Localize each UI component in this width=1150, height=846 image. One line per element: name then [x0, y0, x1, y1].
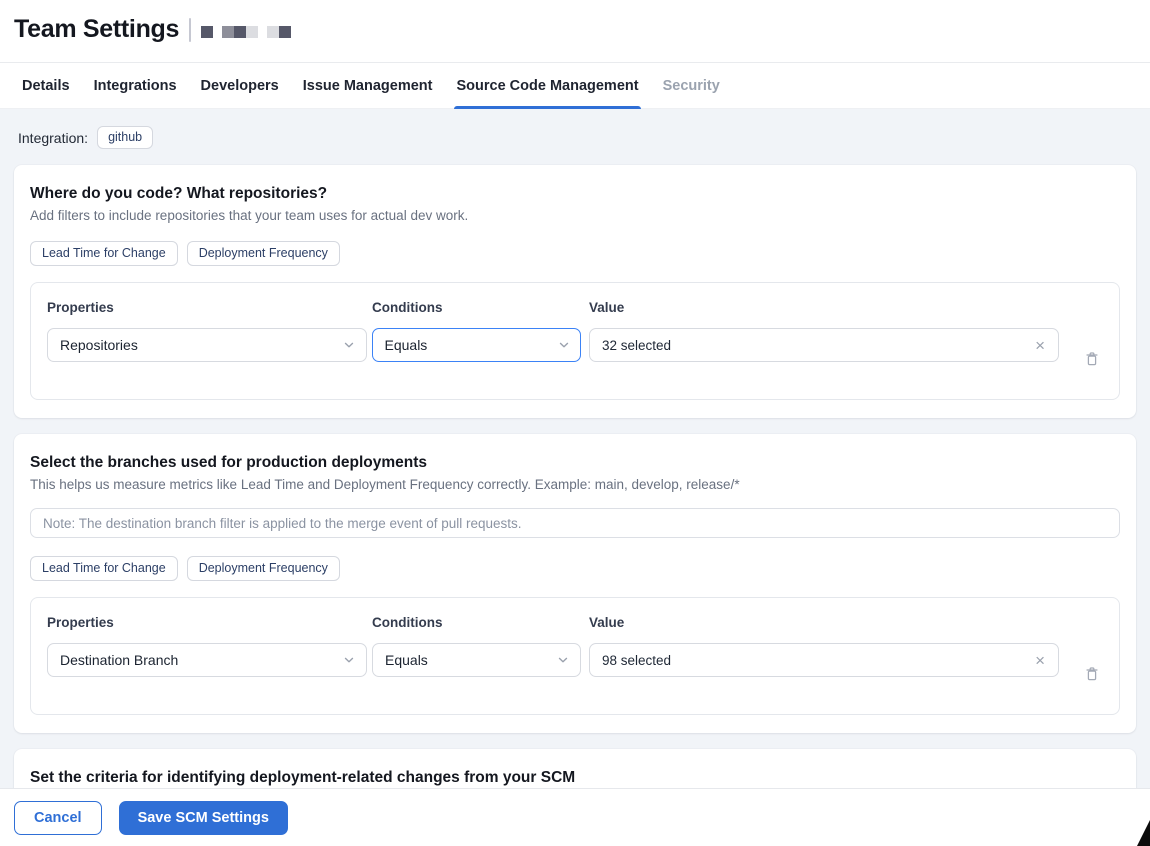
integration-row: Integration: github: [14, 126, 1136, 149]
redacted-team-name: [201, 25, 292, 38]
filter-row: Properties Destination Branch Conditions…: [47, 615, 1103, 688]
chevron-down-icon: [557, 338, 571, 352]
title-divider: [189, 17, 192, 42]
card-title: Where do you code? What repositories?: [30, 185, 328, 202]
delete-filter-button[interactable]: [1081, 348, 1103, 373]
mouse-cursor: [1137, 820, 1150, 846]
conditions-label: Conditions: [372, 615, 443, 630]
value-multiselect[interactable]: 98 selected ×: [589, 643, 1059, 677]
metric-badges: Lead Time for Change Deployment Frequenc…: [30, 241, 1120, 266]
trash-icon: [1083, 665, 1101, 686]
chevron-down-icon: [556, 653, 570, 667]
properties-label: Properties: [47, 300, 114, 315]
card-subtitle: Add filters to include repositories that…: [30, 208, 469, 223]
chevron-down-icon: [342, 653, 356, 667]
trash-icon: [1083, 350, 1101, 371]
settings-tabbar: Details Integrations Developers Issue Ma…: [0, 62, 1150, 109]
integration-label: Integration:: [18, 129, 89, 146]
badge-lead-time: Lead Time for Change: [30, 241, 178, 266]
cancel-button[interactable]: Cancel: [14, 800, 102, 835]
tab-source-code-management[interactable]: Source Code Management: [454, 63, 641, 109]
card-title: Set the criteria for identifying deploym…: [30, 769, 576, 786]
clear-icon[interactable]: ×: [1034, 652, 1046, 669]
filter-row: Properties Repositories Conditions Equal…: [47, 300, 1103, 373]
save-scm-settings-button[interactable]: Save SCM Settings: [118, 800, 288, 835]
action-footer: Cancel Save SCM Settings: [0, 788, 1150, 846]
page-header: Team Settings: [0, 0, 1150, 62]
branches-card: Select the branches used for production …: [14, 434, 1136, 733]
branches-filterbox: Properties Destination Branch Conditions…: [30, 597, 1120, 715]
badge-deploy-freq: Deployment Frequency: [186, 556, 340, 581]
properties-label: Properties: [47, 615, 114, 630]
card-title: Select the branches used for production …: [30, 454, 428, 471]
tab-security: Security: [662, 77, 720, 94]
property-select-value: Repositories: [60, 337, 138, 353]
condition-select[interactable]: Equals: [372, 328, 581, 362]
clear-icon[interactable]: ×: [1034, 337, 1046, 354]
conditions-label: Conditions: [372, 300, 443, 315]
scm-settings-content: Integration: github Where do you code? W…: [0, 109, 1150, 825]
value-label: Value: [589, 615, 625, 630]
value-selected-count: 98 selected: [602, 652, 672, 668]
value-selected-count: 32 selected: [602, 337, 672, 353]
repositories-card: Where do you code? What repositories? Ad…: [14, 165, 1136, 418]
tab-details[interactable]: Details: [22, 63, 70, 108]
value-label: Value: [589, 300, 625, 315]
property-select-value: Destination Branch: [60, 652, 179, 668]
delete-filter-button[interactable]: [1081, 663, 1103, 688]
badge-deploy-freq: Deployment Frequency: [186, 241, 340, 266]
metric-badges: Lead Time for Change Deployment Frequenc…: [30, 556, 1120, 581]
condition-select-value: Equals: [384, 337, 428, 353]
repositories-filterbox: Properties Repositories Conditions Equal…: [30, 282, 1120, 400]
page-title: Team Settings: [14, 15, 180, 43]
condition-select-value: Equals: [385, 652, 428, 668]
value-multiselect[interactable]: 32 selected ×: [589, 328, 1059, 362]
integration-badge: github: [97, 126, 154, 149]
title-row: Team Settings: [14, 15, 1136, 44]
tab-integrations[interactable]: Integrations: [94, 63, 177, 108]
branch-note-input[interactable]: [30, 508, 1120, 538]
badge-lead-time: Lead Time for Change: [30, 556, 178, 581]
tab-issue-management[interactable]: Issue Management: [303, 63, 433, 108]
condition-select[interactable]: Equals: [372, 643, 581, 677]
chevron-down-icon: [342, 338, 356, 352]
property-select[interactable]: Destination Branch: [47, 643, 367, 677]
tab-developers[interactable]: Developers: [201, 63, 279, 108]
property-select[interactable]: Repositories: [47, 328, 367, 362]
card-subtitle: This helps us measure metrics like Lead …: [30, 477, 740, 492]
